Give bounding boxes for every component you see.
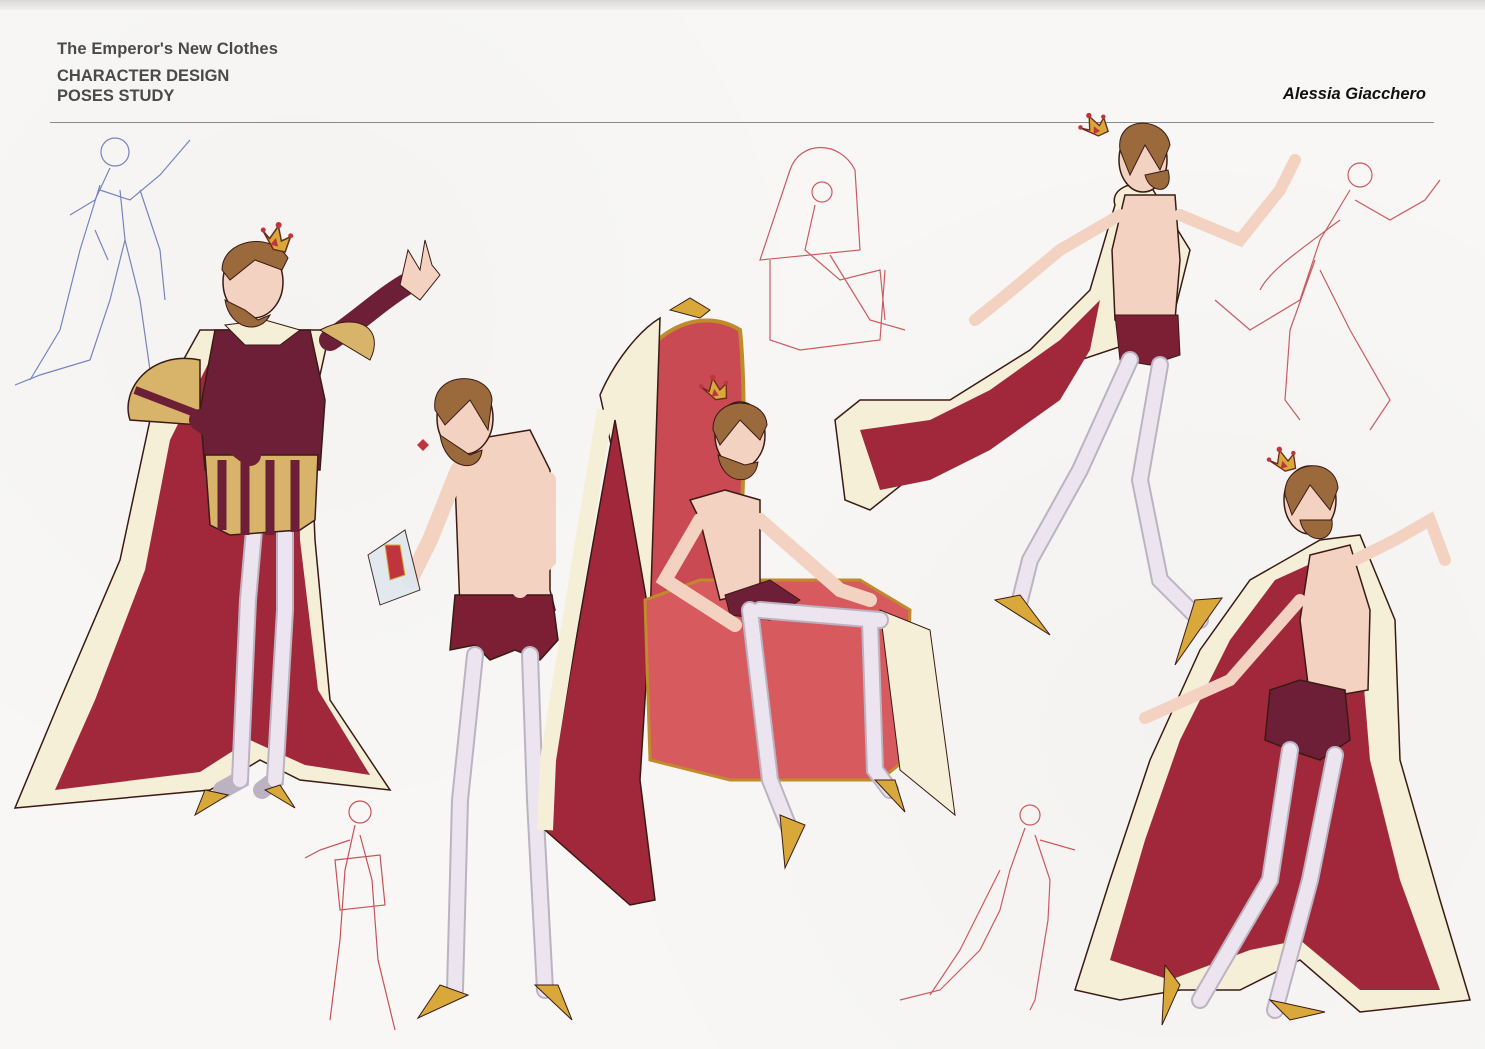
posing-emperor-figure <box>1074 442 1471 1026</box>
shy-emperor-figure <box>367 378 573 1021</box>
sketch-sheet: The Emperor's New Clothes CHARACTER DESI… <box>0 0 1485 1049</box>
throne-emperor-figure <box>537 297 956 906</box>
red-walking-sketch <box>1214 162 1441 431</box>
blue-pose-sketch <box>14 137 191 386</box>
walking-emperor-figure <box>834 106 1301 666</box>
dressed-emperor-figure <box>13 217 441 817</box>
red-throne-sketch <box>759 147 906 351</box>
heart-icon <box>417 439 429 451</box>
red-cape-sketch <box>899 804 1076 1011</box>
character-artwork <box>13 106 1471 1031</box>
red-shy-sketch <box>304 800 396 1031</box>
